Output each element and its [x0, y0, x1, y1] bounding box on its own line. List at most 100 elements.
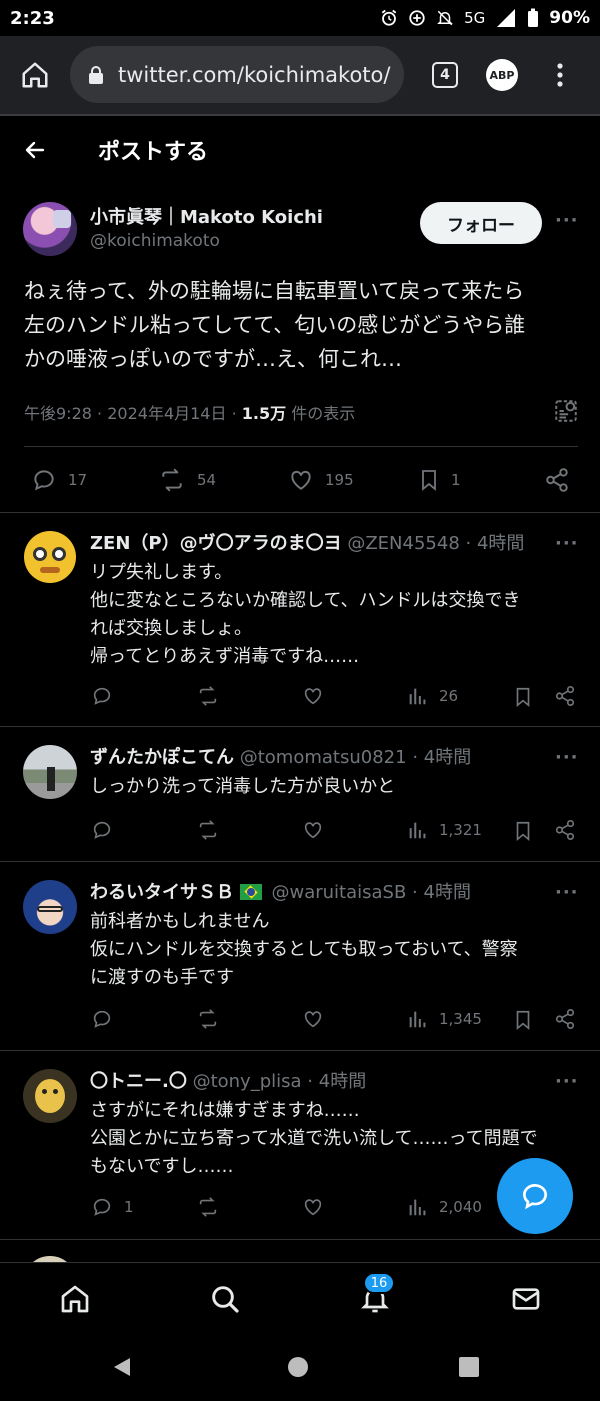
reply-time[interactable]: 4時間	[424, 882, 471, 903]
repost-button[interactable]: 54	[157, 467, 216, 493]
reply-time[interactable]: 4時間	[424, 747, 471, 768]
reply-line: 他に変なところないか確認して、ハンドルは交換でき	[90, 590, 521, 611]
more-options-icon[interactable]: ···	[555, 533, 579, 554]
views-count: 1,345	[439, 1010, 482, 1028]
repost-icon	[162, 468, 182, 492]
reply-tweet[interactable]: わるいタイサＳＢ @waruitaisaSB · 4時間 ··· 前科者かもしれ…	[0, 862, 600, 1050]
back-arrow-icon[interactable]	[22, 138, 48, 162]
reply-line: 仮にハンドルを交換するとしても取っておいて、警察	[90, 939, 518, 960]
reply-icon	[93, 1198, 111, 1216]
url-bar[interactable]: twitter.com/koichimakoto/	[70, 46, 404, 103]
reply-time[interactable]: 4時間	[477, 533, 524, 554]
views-button[interactable]: 2,040	[407, 1196, 482, 1218]
like-button[interactable]	[301, 819, 325, 841]
analytics-icon[interactable]	[553, 398, 579, 424]
like-count: 195	[325, 471, 354, 489]
battery-percent: 90%	[549, 8, 590, 28]
reply-button[interactable]: 1	[90, 1196, 134, 1218]
tweet-time[interactable]: 午後9:28	[24, 404, 92, 423]
more-options-icon[interactable]: ···	[555, 1071, 579, 1092]
views-button[interactable]: 1,321	[407, 819, 482, 841]
avatar[interactable]	[23, 1069, 77, 1123]
views-button[interactable]: 26	[407, 685, 458, 707]
more-options-icon[interactable]: ···	[555, 747, 579, 768]
repost-count: 54	[197, 471, 217, 489]
author-handle[interactable]: @tony_plisa	[193, 1071, 302, 1092]
reply-text: リプ失礼します。 他に変なところないか確認して、ハンドルは交換でき れば交換しま…	[90, 559, 585, 671]
lock-icon	[89, 65, 103, 84]
android-nav-bar	[0, 1332, 600, 1401]
reply-line: 公園とかに立ち寄って水道で洗い流して……って問題で	[90, 1128, 538, 1149]
android-home-icon[interactable]	[286, 1355, 310, 1379]
meta-separator: ·	[231, 404, 237, 423]
share-icon[interactable]	[554, 1008, 576, 1030]
reply-tweet[interactable]: ZEN（P）@ヴ〇アラのま〇ヨ @ZEN45548 · 4時間 ··· リプ失礼…	[0, 513, 600, 726]
author-name[interactable]: 小市眞琴｜Makoto Koichi	[90, 203, 323, 229]
reply-actions: 1,345	[0, 1008, 600, 1038]
bookmark-button[interactable]: 1	[417, 467, 461, 493]
bottom-nav: 16	[0, 1262, 600, 1332]
battery-icon	[528, 8, 539, 27]
reply-text: 前科者かもしれません 仮にハンドルを交換するとしても取っておいて、警察 に渡すの…	[90, 908, 585, 992]
search-icon[interactable]	[208, 1283, 242, 1315]
share-icon[interactable]	[544, 467, 570, 493]
repost-button[interactable]	[195, 1008, 221, 1030]
more-options-icon[interactable]: ···	[555, 210, 579, 231]
views-button[interactable]: 1,345	[407, 1008, 482, 1030]
avatar[interactable]	[23, 202, 77, 256]
author-name[interactable]: ZEN（P）@ヴ〇アラのま〇ヨ	[90, 533, 342, 554]
heart-icon	[304, 688, 322, 705]
browser-menu-icon[interactable]	[550, 61, 570, 89]
adblock-icon[interactable]: ABP	[486, 59, 518, 91]
follow-button[interactable]: フォロー	[420, 202, 542, 244]
home-icon[interactable]	[58, 1283, 92, 1315]
reply-icon	[34, 470, 54, 491]
author-handle[interactable]: @waruitaisaSB	[271, 882, 406, 903]
reply-button[interactable]	[90, 819, 124, 841]
views-count: 2,040	[439, 1198, 482, 1216]
reply-tweet[interactable]: ずんたかぽこてん @tomomatsu0821 · 4時間 ··· しっかり洗っ…	[0, 727, 600, 861]
reply-line: リプ失礼します。	[90, 562, 233, 583]
reply-button[interactable]	[90, 685, 124, 707]
avatar[interactable]	[23, 880, 77, 934]
like-button[interactable]	[301, 685, 325, 707]
author-handle[interactable]: @ZEN45548	[347, 533, 459, 554]
compose-reply-button[interactable]	[497, 1158, 573, 1234]
share-icon[interactable]	[554, 685, 576, 707]
reply-button[interactable]: 17	[30, 467, 87, 493]
author-name[interactable]: 〇トニー.〇	[90, 1071, 187, 1092]
author-name[interactable]: わるいタイサＳＢ	[90, 882, 234, 903]
bar-chart-icon	[409, 688, 426, 705]
author-handle[interactable]: @tomomatsu0821	[240, 747, 407, 768]
repost-button[interactable]	[195, 685, 221, 707]
reply-line: 帰ってとりあえず消毒ですね……	[90, 646, 360, 667]
share-icon[interactable]	[554, 819, 576, 841]
brazil-flag-icon	[239, 884, 262, 900]
tweet-date[interactable]: 2024年4月14日	[107, 404, 226, 423]
bookmark-icon[interactable]	[512, 685, 534, 709]
messages-icon[interactable]	[509, 1283, 543, 1315]
more-options-icon[interactable]: ···	[555, 882, 579, 903]
reply-time[interactable]: 4時間	[319, 1071, 366, 1092]
avatar[interactable]	[24, 531, 76, 583]
tab-switcher-button[interactable]: 4	[432, 62, 458, 88]
reply-button[interactable]	[90, 1008, 124, 1030]
reply-actions: 26	[0, 685, 600, 715]
author-handle[interactable]: @koichimakoto	[90, 231, 220, 251]
android-recents-icon[interactable]	[458, 1356, 480, 1378]
bookmark-icon[interactable]	[512, 819, 534, 843]
avatar[interactable]	[23, 745, 77, 799]
tweet-line: かの唾液っぽいのですが…え、何これ…	[24, 347, 402, 371]
home-icon[interactable]	[20, 60, 50, 90]
bookmark-icon[interactable]	[512, 1008, 534, 1032]
reply-line: しっかり洗って消毒した方が良いかと	[90, 776, 396, 797]
like-button[interactable]	[301, 1008, 325, 1030]
reply-header: ZEN（P）@ヴ〇アラのま〇ヨ @ZEN45548 · 4時間	[90, 529, 545, 555]
like-button[interactable]	[301, 1196, 325, 1218]
android-back-icon[interactable]	[110, 1355, 134, 1379]
like-button[interactable]: 195	[287, 467, 354, 493]
author-name[interactable]: ずんたかぽこてん	[90, 747, 234, 768]
repost-button[interactable]	[195, 1196, 221, 1218]
url-text: twitter.com/koichimakoto/	[118, 62, 391, 87]
repost-button[interactable]	[195, 819, 221, 841]
